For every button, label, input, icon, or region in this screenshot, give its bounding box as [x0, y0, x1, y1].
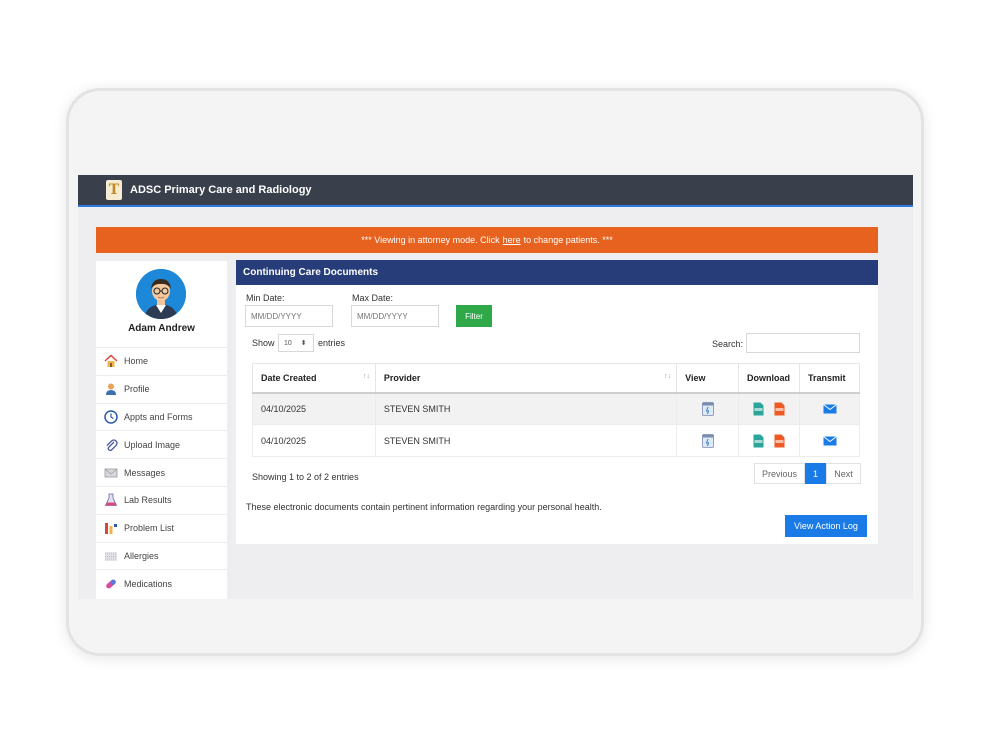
sidebar-item-appts-forms[interactable]: Appts and Forms	[96, 402, 227, 431]
sidebar-item-label: Home	[124, 356, 149, 367]
entries-label: entries	[318, 338, 346, 348]
cell-download	[738, 424, 800, 457]
col-provider[interactable]: Provider ↑↓	[374, 363, 678, 394]
col-label: Transmit	[808, 372, 846, 383]
col-label: View	[685, 372, 706, 383]
view-action-log-button[interactable]: View Action Log	[785, 515, 867, 537]
view-document-icon[interactable]	[701, 401, 714, 416]
app-screen: T ADSC Primary Care and Radiology *** Vi…	[78, 175, 913, 599]
paperclip-icon	[106, 439, 118, 451]
chevron-updown-icon: ⬍	[300, 340, 307, 347]
sidebar-item-allergies[interactable]: Allergies	[96, 541, 227, 570]
transmit-envelope-icon[interactable]	[822, 404, 837, 414]
clinic-logo[interactable]: T	[106, 180, 122, 200]
cell-date: 04/10/2025	[252, 392, 376, 425]
pagination: Previous 1 Next	[754, 463, 861, 484]
filter-button[interactable]: Filter	[456, 305, 492, 327]
sidebar-item-label: Upload Image	[124, 439, 181, 450]
cell-provider: STEVEN SMITH	[374, 392, 678, 425]
col-download: Download	[738, 363, 800, 394]
table-header-row: Date Created ↑↓ Provider ↑↓ View Download …	[252, 363, 860, 394]
view-document-icon[interactable]	[701, 433, 714, 448]
sidebar-item-label: Problem List	[124, 523, 175, 534]
sidebar-nav: Home Profile Appts and Forms Upload Imag…	[96, 347, 227, 597]
sidebar-item-medications[interactable]: Medications	[96, 569, 227, 597]
page-1-button[interactable]: 1	[805, 463, 826, 484]
col-label: Download	[747, 372, 791, 383]
documents-table: Date Created ↑↓ Provider ↑↓ View Download …	[252, 363, 860, 457]
showing-entries-text: Showing 1 to 2 of 2 entries	[252, 472, 359, 482]
sidebar-item-profile[interactable]: Profile	[96, 374, 227, 403]
entries-select[interactable]: 10 ⬍	[278, 334, 314, 352]
table-row: 04/10/2025 STEVEN SMITH	[252, 424, 860, 457]
search-label: Search:	[712, 339, 744, 349]
sort-icon: ↑↓	[362, 373, 370, 380]
min-date-label: Min Date:	[246, 293, 285, 303]
cell-date: 04/10/2025	[252, 424, 376, 457]
change-patient-link[interactable]: here	[503, 235, 521, 245]
profile-icon	[106, 383, 116, 396]
cell-view	[676, 392, 740, 425]
continuing-care-panel: Continuing Care Documents Min Date: Max …	[236, 260, 878, 544]
banner-prefix: *** Viewing in attorney mode. Click	[361, 235, 500, 245]
download-xml-icon[interactable]	[753, 402, 764, 416]
col-label: Date Created	[261, 372, 317, 383]
entries-value: 10	[284, 339, 292, 347]
sidebar-item-label: Profile	[124, 384, 150, 395]
min-date-input[interactable]	[245, 305, 333, 327]
pill-icon	[106, 579, 116, 589]
user-name: Adam Andrew	[128, 323, 195, 334]
app-title: ADSC Primary Care and Radiology	[130, 184, 312, 196]
top-bar: T ADSC Primary Care and Radiology	[78, 175, 913, 207]
next-page-button[interactable]: Next	[826, 463, 861, 484]
max-date-input[interactable]	[351, 305, 439, 327]
clock-icon	[104, 410, 118, 424]
flask-icon	[104, 493, 118, 507]
col-transmit: Transmit	[799, 363, 860, 394]
sort-icon: ↑↓	[664, 373, 672, 380]
sidebar: Adam Andrew Home Profile Appts and Forms…	[96, 261, 227, 599]
col-label: Provider	[383, 372, 421, 383]
home-icon	[104, 354, 118, 368]
logo-glyph: T	[108, 182, 120, 198]
col-view: View	[676, 363, 740, 394]
cell-provider: STEVEN SMITH	[374, 424, 678, 457]
show-label: Show	[252, 338, 275, 348]
cell-transmit	[799, 392, 860, 425]
search-input[interactable]	[746, 333, 860, 353]
col-date-created[interactable]: Date Created ↑↓	[252, 363, 376, 394]
download-pdf-icon[interactable]	[774, 402, 785, 416]
table-row: 04/10/2025 STEVEN SMITH	[252, 392, 860, 425]
sidebar-item-problem-list[interactable]: Problem List	[96, 513, 227, 542]
sidebar-item-label: Lab Results	[124, 495, 172, 506]
cell-download	[738, 392, 800, 425]
documents-footnote: These electronic documents contain perti…	[246, 502, 602, 512]
panel-title: Continuing Care Documents	[236, 260, 878, 285]
cell-transmit	[799, 424, 860, 457]
download-pdf-icon[interactable]	[774, 434, 785, 448]
envelope-icon	[104, 468, 118, 477]
chart-bars-icon	[105, 523, 117, 535]
avatar	[136, 269, 186, 319]
allergy-icon	[105, 551, 117, 561]
sidebar-item-upload-image[interactable]: Upload Image	[96, 430, 227, 458]
transmit-envelope-icon[interactable]	[822, 435, 837, 446]
banner-suffix: to change patients. ***	[523, 235, 613, 245]
sidebar-item-label: Messages	[124, 467, 166, 478]
max-date-label: Max Date:	[352, 293, 394, 303]
sidebar-item-label: Allergies	[124, 550, 159, 561]
sidebar-item-label: Medications	[124, 578, 173, 589]
sidebar-item-lab-results[interactable]: Lab Results	[96, 485, 227, 514]
sidebar-item-label: Appts and Forms	[124, 411, 193, 422]
previous-page-button[interactable]: Previous	[754, 463, 805, 484]
attorney-mode-banner: *** Viewing in attorney mode. Click here…	[96, 227, 878, 253]
sidebar-item-home[interactable]: Home	[96, 347, 227, 375]
cell-view	[676, 424, 740, 457]
sidebar-item-messages[interactable]: Messages	[96, 458, 227, 486]
download-xml-icon[interactable]	[753, 434, 764, 448]
